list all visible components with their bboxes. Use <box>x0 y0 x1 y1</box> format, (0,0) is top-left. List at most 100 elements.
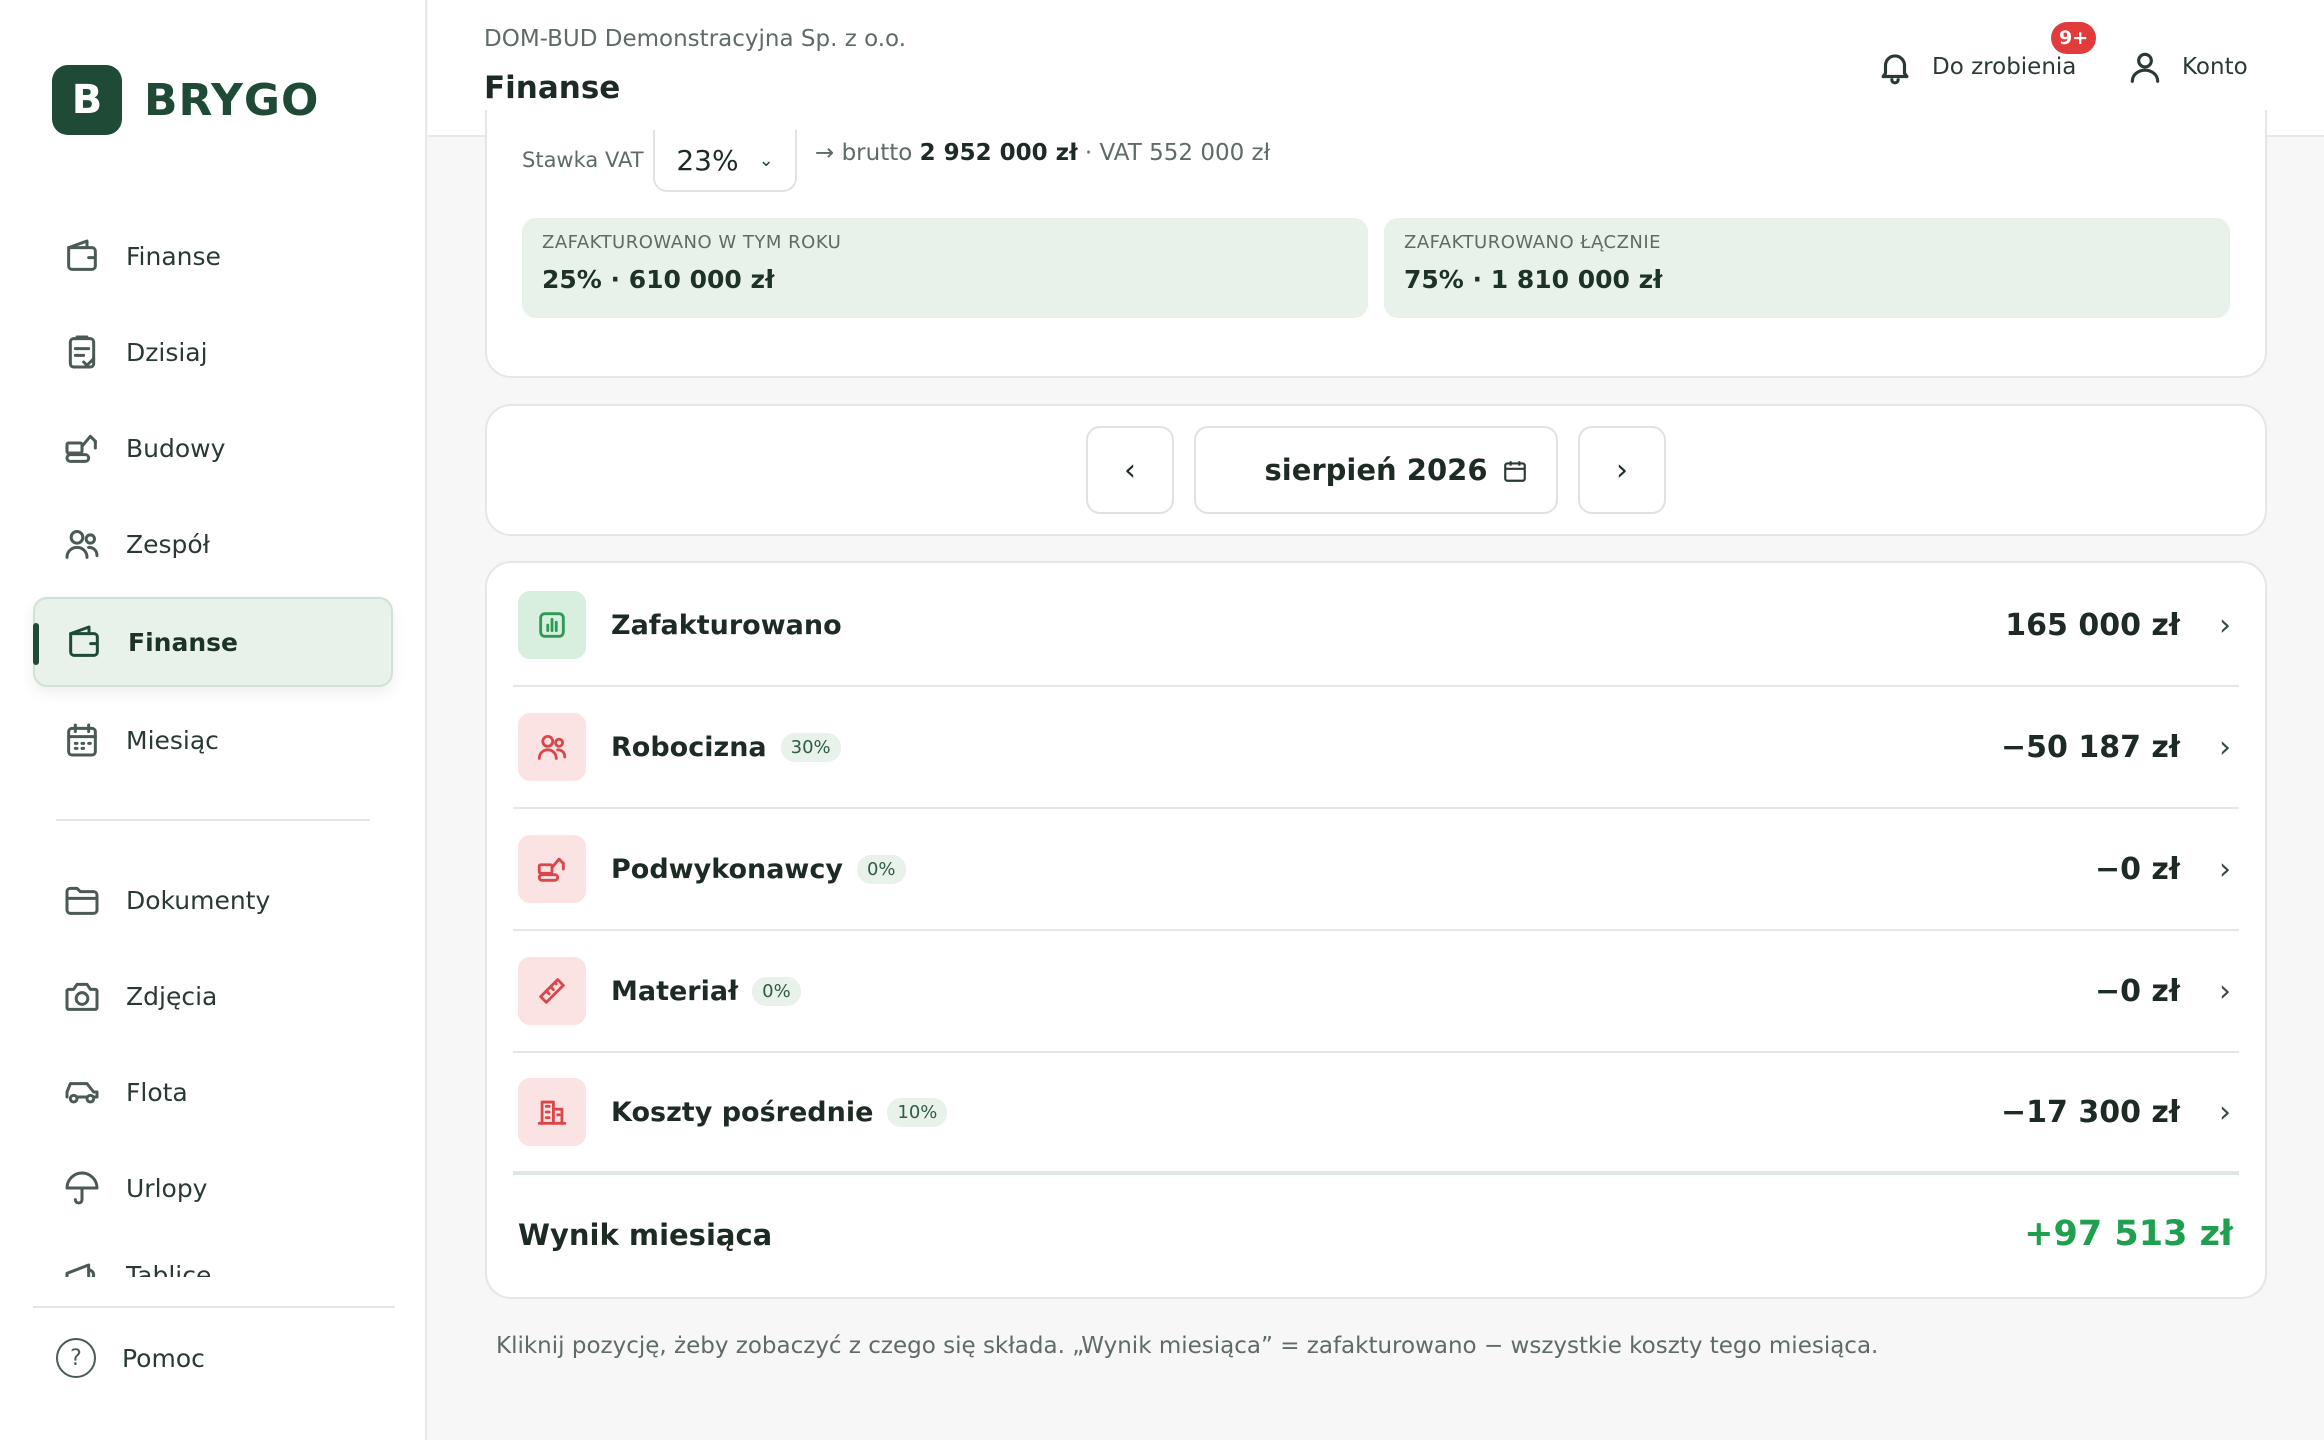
vat-label: Stawka VAT <box>522 148 644 172</box>
sidebar-item-flota[interactable]: Flota <box>33 1047 393 1137</box>
car-icon <box>60 1070 104 1114</box>
chevron-left-icon: ‹ <box>1124 452 1136 488</box>
sidebar-item-label: Dokumenty <box>126 885 271 915</box>
umbrella-icon <box>60 1166 104 1210</box>
sidebar-scroll-clip: Tablice <box>0 1255 427 1277</box>
sidebar-item-dzisiaj[interactable]: Dzisiaj <box>33 307 393 397</box>
help-link[interactable]: ? Pomoc <box>56 1338 205 1378</box>
sidebar-item-label: Finanse <box>128 627 238 657</box>
vat-info-gross: 2 952 000 zł <box>919 140 1078 166</box>
team-icon <box>60 522 104 566</box>
sidebar-item-label: Dzisiaj <box>126 337 208 367</box>
stat-invoiced-year: ZAFAKTUROWANO W TYM ROKU 25% · 610 000 z… <box>522 218 1368 318</box>
excavator-icon <box>518 835 586 903</box>
vat-info: → brutto 2 952 000 zł · VAT 552 000 zł <box>815 140 1270 166</box>
sidebar-item-finanse[interactable]: Finanse <box>33 211 393 301</box>
footnote: Kliknij pozycję, żeby zobaczyć z czego s… <box>496 1333 1879 1359</box>
row-amount: 165 000 zł <box>2005 607 2180 643</box>
prev-month-button[interactable]: ‹ <box>1086 426 1174 514</box>
todo-label: Do zrobienia <box>1932 54 2077 80</box>
wallet-icon <box>62 620 106 664</box>
row-percent-badge: 10% <box>887 1097 948 1127</box>
sidebar: B BRYGO Finanse Dzisiaj Budowy Zespół Fi… <box>0 0 427 1440</box>
logo-mark: B <box>52 65 122 135</box>
row-amount: −17 300 zł <box>2001 1094 2180 1130</box>
breakdown-row-invoiced[interactable]: Zafakturowano 165 000 zł › <box>513 565 2239 687</box>
sidebar-divider <box>56 819 370 821</box>
team-icon <box>518 713 586 781</box>
breakdown-row-overhead[interactable]: Koszty pośrednie 10% −17 300 zł › <box>513 1053 2239 1175</box>
sidebar-item-label: Tablice <box>126 1260 212 1278</box>
row-amount: −50 187 zł <box>2001 729 2180 765</box>
user-icon <box>2130 52 2160 83</box>
month-result-value: +97 513 zł <box>2024 1214 2233 1254</box>
folder-icon <box>60 878 104 922</box>
chevron-right-icon: › <box>1616 452 1628 488</box>
company-name: DOM-BUD Demonstracyjna Sp. z o.o. <box>484 26 907 52</box>
bell-icon <box>1881 54 1909 85</box>
vat-info-prefix: → brutto <box>815 140 920 166</box>
todo-button[interactable]: Do zrobienia <box>1876 48 2076 86</box>
sidebar-item-urlopy[interactable]: Urlopy <box>33 1143 393 1233</box>
row-amount: −0 zł <box>2094 851 2180 887</box>
page-title: Finanse <box>484 70 621 106</box>
stat-value: 25% · 610 000 zł <box>542 265 775 294</box>
logo-text: BRYGO <box>144 74 320 126</box>
row-label: Robocizna <box>611 731 767 763</box>
chevron-right-icon: › <box>2219 973 2231 1009</box>
sidebar-item-label: Urlopy <box>126 1173 208 1203</box>
sidebar-item-zdjecia[interactable]: Zdjęcia <box>33 951 393 1041</box>
sidebar-item-miesiac[interactable]: Miesiąc <box>33 695 393 785</box>
row-amount: −0 zł <box>2094 973 2180 1009</box>
chevron-right-icon: › <box>2219 729 2231 765</box>
stat-label: ZAFAKTUROWANO W TYM ROKU <box>542 232 842 253</box>
sidebar-item-label: Zespół <box>126 529 210 559</box>
row-percent-badge: 0% <box>752 976 801 1006</box>
stat-invoiced-total: ZAFAKTUROWANO ŁĄCZNIE 75% · 1 810 000 zł <box>1384 218 2230 318</box>
sidebar-item-label: Zdjęcia <box>126 981 218 1011</box>
vat-rate-value: 23% <box>676 143 739 177</box>
wallet-icon <box>60 234 104 278</box>
sidebar-item-budowy[interactable]: Budowy <box>33 403 393 493</box>
todo-count-badge: 9+ <box>2051 22 2097 54</box>
sidebar-item-dokumenty[interactable]: Dokumenty <box>33 855 393 945</box>
account-button[interactable]: Konto <box>2126 48 2248 86</box>
sidebar-bottom-divider <box>33 1306 395 1308</box>
camera-icon <box>60 974 104 1018</box>
chevron-right-icon: › <box>2219 1094 2231 1130</box>
vat-info-suffix: · VAT 552 000 zł <box>1077 140 1271 166</box>
sidebar-item-label: Finanse <box>126 241 221 271</box>
sidebar-item-label: Flota <box>126 1077 188 1107</box>
sidebar-item-zespol[interactable]: Zespół <box>33 499 393 589</box>
row-percent-badge: 30% <box>780 732 841 762</box>
help-label: Pomoc <box>122 1343 205 1373</box>
clipboard-check-icon <box>60 330 104 374</box>
breakdown-row-subcontractors[interactable]: Podwykonawcy 0% −0 zł › <box>513 809 2239 931</box>
chevron-right-icon: › <box>2219 851 2231 887</box>
chevron-down-icon: ⌄ <box>758 149 774 171</box>
app-logo[interactable]: B BRYGO <box>52 65 319 135</box>
row-label: Koszty pośrednie <box>611 1096 874 1128</box>
sidebar-item-finanse-active[interactable]: Finanse <box>33 597 393 687</box>
breakdown-row-material[interactable]: Materiał 0% −0 zł › <box>513 931 2239 1053</box>
row-label: Materiał <box>611 975 739 1007</box>
megaphone-icon <box>60 1255 104 1277</box>
next-month-button[interactable]: › <box>1578 426 1666 514</box>
sidebar-item-label: Budowy <box>126 433 226 463</box>
breakdown-row-labour[interactable]: Robocizna 30% −50 187 zł › <box>513 687 2239 809</box>
month-result-label: Wynik miesiąca <box>518 1218 773 1252</box>
calendar-icon <box>60 718 104 762</box>
chart-icon <box>518 591 586 659</box>
stat-label: ZAFAKTUROWANO ŁĄCZNIE <box>1404 232 1662 253</box>
row-label: Podwykonawcy <box>611 853 843 885</box>
sidebar-item-tablice[interactable]: Tablice <box>33 1255 393 1277</box>
ruler-icon <box>518 957 586 1025</box>
sidebar-item-label: Miesiąc <box>126 725 219 755</box>
help-icon: ? <box>56 1338 96 1378</box>
row-percent-badge: 0% <box>856 854 906 884</box>
month-label: sierpień 2026 <box>1264 453 1488 487</box>
vat-rate-select[interactable]: 23% ⌄ <box>653 130 797 192</box>
row-label: Zafakturowano <box>611 609 842 641</box>
month-picker[interactable]: sierpień 2026 <box>1194 426 1558 514</box>
excavator-icon <box>60 426 104 470</box>
